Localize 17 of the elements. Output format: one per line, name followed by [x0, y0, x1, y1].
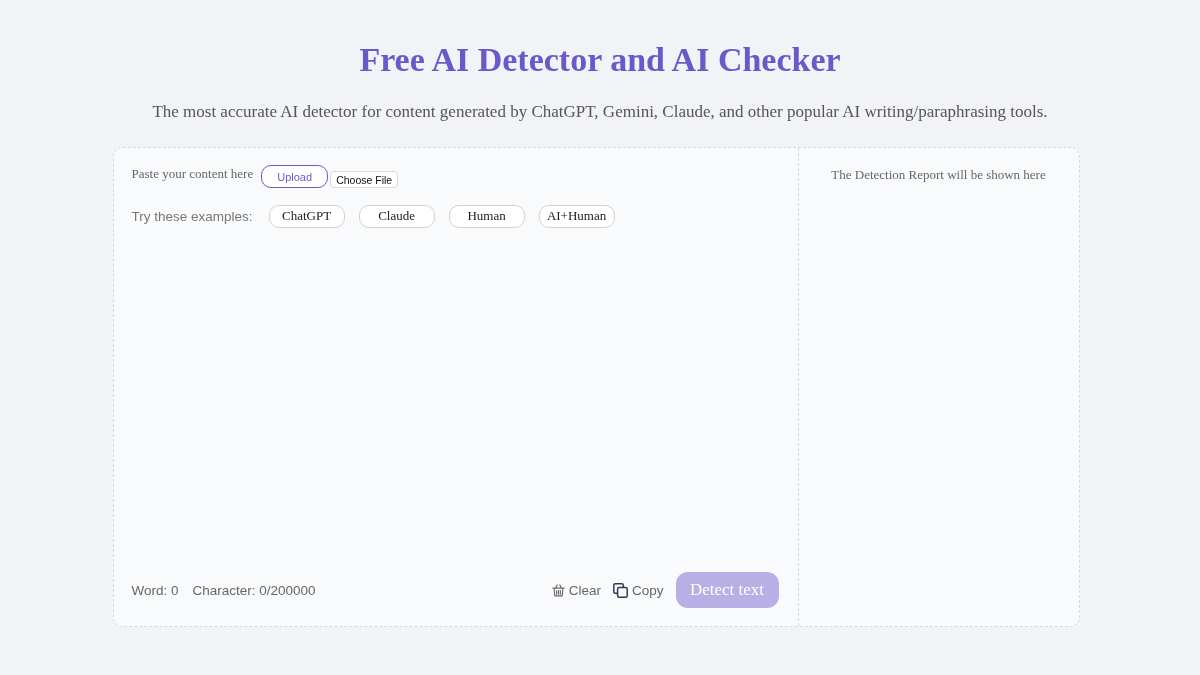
copy-button[interactable]: Copy: [613, 582, 664, 598]
examples-label: Try these examples:: [131, 208, 253, 224]
basket-icon: [551, 583, 565, 597]
word-count: Word: 0: [131, 582, 179, 598]
choose-file-button[interactable]: Choose File: [330, 171, 399, 188]
page-subtitle: The most accurate AI detector for content generated by ChatGPT, Gemini, Claude, and other popular AI writing/paraphrasing tools.: [152, 101, 1048, 123]
clear-button[interactable]: Clear: [551, 582, 601, 598]
upload-button[interactable]: Upload: [261, 165, 329, 188]
example-button[interactable]: Claude: [358, 204, 435, 228]
report-message: The Detection Report will be shown here: [831, 167, 1046, 183]
page-title: Free AI Detector and AI Checker: [359, 40, 841, 80]
example-button[interactable]: Human: [448, 204, 525, 228]
paste-label: Paste your content here: [131, 165, 254, 182]
example-button[interactable]: AI+Human: [538, 204, 615, 228]
copy-icon: [613, 582, 628, 598]
character-count: Character: 0/200000: [192, 582, 316, 598]
example-button[interactable]: ChatGPT: [268, 204, 345, 228]
